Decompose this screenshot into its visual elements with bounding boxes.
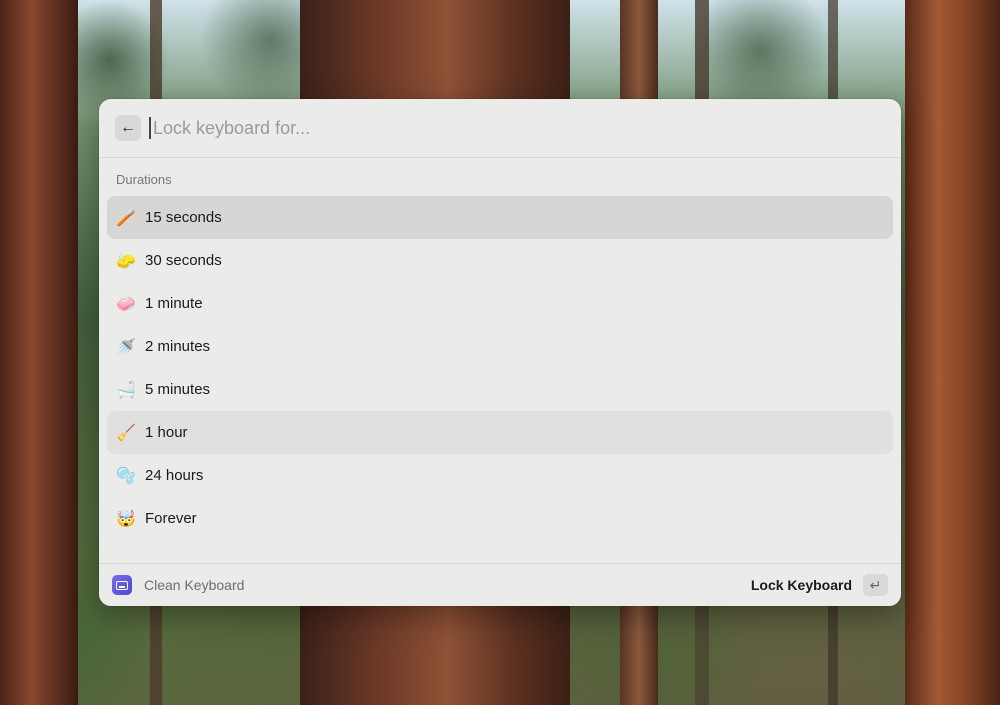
list-item-label: 30 seconds [145,252,222,269]
bubbles-icon: 🫧 [116,466,136,485]
shower-icon: 🚿 [116,337,136,356]
list-item[interactable]: 🧼 1 minute [107,282,893,325]
section-title: Durations [116,172,172,187]
list-item[interactable]: 🧹 1 hour [107,411,893,454]
exploding-head-icon: 🤯 [116,509,136,528]
app-name: Clean Keyboard [144,577,245,593]
list-item-label: 2 minutes [145,338,211,355]
list-item[interactable]: 🫧 24 hours [107,454,893,497]
list-item[interactable]: 🧽 30 seconds [107,239,893,282]
broom-icon: 🧹 [116,423,136,442]
footer-bar: Clean Keyboard Lock Keyboard ↵ [99,563,901,606]
list-item-label: 5 minutes [145,381,211,398]
duration-list: 🪥 15 seconds 🧽 30 seconds 🧼 1 minute 🚿 2 minute… [99,196,901,540]
list-item-label: 1 minute [145,295,203,312]
keyboard-app-icon [112,575,132,595]
search-input[interactable] [149,117,885,139]
back-button[interactable]: ← [115,115,141,141]
list-item-label: 24 hours [145,467,204,484]
bathtub-icon: 🛁 [116,380,136,399]
list-item-label: 1 hour [145,424,188,441]
search-bar: ← [99,99,901,158]
soap-icon: 🧼 [116,294,136,313]
lock-keyboard-action[interactable]: Lock Keyboard [751,577,852,593]
list-item[interactable]: 🛁 5 minutes [107,368,893,411]
command-palette-window: ← Durations 🪥 15 seconds 🧽 30 seconds 🧼 1 min… [99,99,901,606]
enter-key-icon[interactable]: ↵ [863,574,888,596]
list-item[interactable]: 🪥 15 seconds [107,196,893,239]
arrow-left-icon: ← [120,119,136,136]
list-item-label: Forever [145,510,197,527]
sponge-icon: 🧽 [116,251,136,270]
list-item[interactable]: 🤯 Forever [107,497,893,540]
list-item-label: 15 seconds [145,209,222,226]
toothbrush-icon: 🪥 [116,208,136,227]
list-item[interactable]: 🚿 2 minutes [107,325,893,368]
